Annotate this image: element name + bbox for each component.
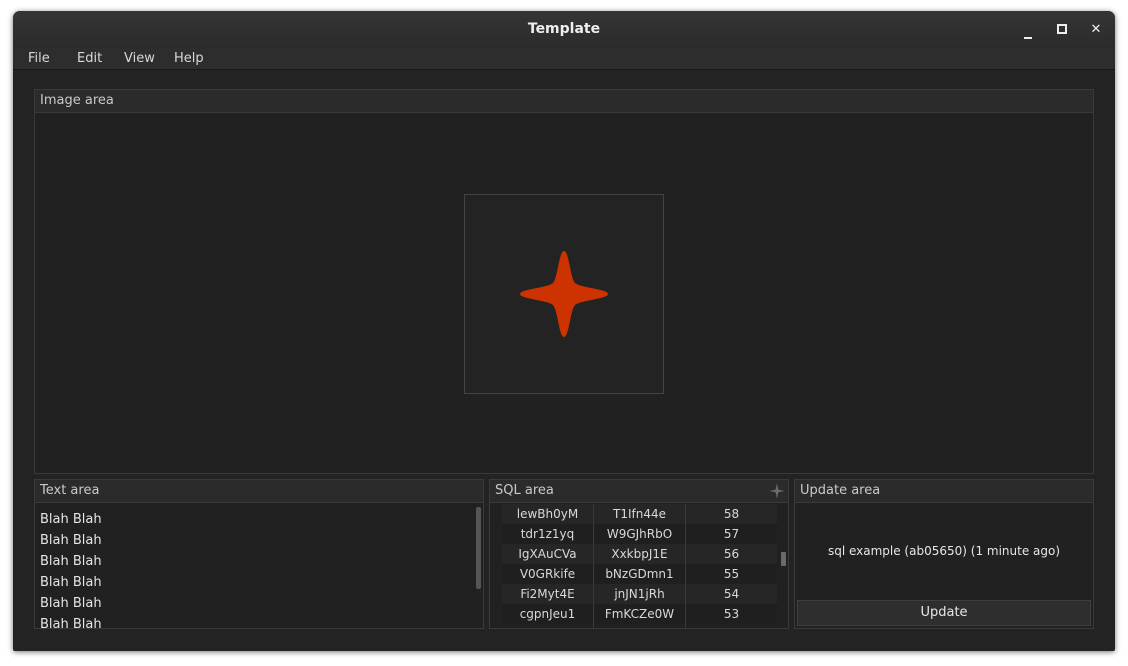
text-area-scrollbar[interactable] xyxy=(476,507,481,589)
sql-area-header: SQL area xyxy=(490,480,788,503)
menu-view[interactable]: View xyxy=(124,51,155,66)
column-divider xyxy=(593,504,594,628)
text-area-header: Text area xyxy=(35,480,483,503)
menu-bar: File Edit View Help xyxy=(13,48,1115,70)
table-cell: W9GJhRbO xyxy=(606,527,673,541)
table-cell: bNzGDmn1 xyxy=(605,567,674,581)
text-area-panel: Text area Blah Blah Blah Blah Blah Blah … xyxy=(34,479,484,629)
sql-results-table: lewBh0yM T1Ifn44e 58 tdr1z1yq W9GJhRbO 5… xyxy=(502,504,777,628)
sql-area-title: SQL area xyxy=(495,483,554,498)
menu-edit[interactable]: Edit xyxy=(77,51,102,66)
text-line: Blah Blah xyxy=(40,533,102,548)
table-cell: V0GRkife xyxy=(519,567,576,581)
sql-scrollbar-thumb[interactable] xyxy=(781,552,786,566)
image-area-header: Image area xyxy=(35,90,1093,113)
table-cell: Fi2Myt4E xyxy=(520,587,575,601)
text-line: Blah Blah xyxy=(40,512,102,527)
table-row[interactable]: lewBh0yM T1Ifn44e 58 xyxy=(502,504,777,524)
table-cell: 56 xyxy=(723,547,740,561)
table-cell: 55 xyxy=(723,567,740,581)
table-cell: jnJN1jRh xyxy=(614,587,665,601)
close-icon[interactable]: ✕ xyxy=(1085,19,1107,41)
red-four-point-star-icon xyxy=(520,251,608,337)
update-area-panel: Update area sql example (ab05650) (1 min… xyxy=(794,479,1094,629)
text-line: Blah Blah xyxy=(40,575,102,590)
table-row[interactable]: V0GRkife bNzGDmn1 55 xyxy=(502,564,777,584)
table-row[interactable]: tdr1z1yq W9GJhRbO 57 xyxy=(502,524,777,544)
menu-file[interactable]: File xyxy=(28,51,50,66)
text-line: Blah Blah xyxy=(40,554,102,569)
window-title: Template xyxy=(527,21,601,37)
sql-scrollbar[interactable] xyxy=(779,504,787,628)
table-cell: tdr1z1yq xyxy=(520,527,575,541)
table-cell: FmKCZe0W xyxy=(604,607,675,621)
table-cell: cgpnJeu1 xyxy=(519,607,576,621)
table-cell: 57 xyxy=(723,527,740,541)
table-cell: lewBh0yM xyxy=(516,507,579,521)
menu-help[interactable]: Help xyxy=(174,51,204,66)
sql-area-panel: SQL area lewBh0yM T1Ifn44e 58 tdr1z1yq W… xyxy=(489,479,789,629)
title-bar[interactable]: Template ✕ xyxy=(13,11,1115,49)
maximize-icon[interactable] xyxy=(1051,19,1073,41)
sparkle-icon[interactable] xyxy=(770,484,784,498)
table-cell: XxkbpJ1E xyxy=(611,547,668,561)
text-area-content[interactable]: Blah Blah Blah Blah Blah Blah Blah Blah … xyxy=(35,503,483,628)
table-cell: T1Ifn44e xyxy=(613,507,666,521)
update-area-title: Update area xyxy=(800,483,881,498)
table-row[interactable]: Fi2Myt4E jnJN1jRh 54 xyxy=(502,584,777,604)
table-row[interactable]: IgXAuCVa XxkbpJ1E 56 xyxy=(502,544,777,564)
update-button[interactable]: Update xyxy=(797,600,1091,626)
text-line: Blah Blah xyxy=(40,617,102,628)
app-window: Template ✕ File Edit View Help Image are… xyxy=(13,11,1115,651)
image-preview xyxy=(464,194,664,394)
text-line: Blah Blah xyxy=(40,596,102,611)
table-cell: IgXAuCVa xyxy=(518,547,577,561)
table-cell: 54 xyxy=(723,587,740,601)
table-row[interactable]: cgpnJeu1 FmKCZe0W 53 xyxy=(502,604,777,624)
text-area-title: Text area xyxy=(40,483,100,498)
column-divider xyxy=(685,504,686,628)
update-area-header: Update area xyxy=(795,480,1093,503)
image-area-title: Image area xyxy=(40,93,114,108)
table-cell: 53 xyxy=(723,607,740,621)
table-cell: 58 xyxy=(723,507,740,521)
image-area-panel: Image area xyxy=(34,89,1094,474)
update-status-text: sql example (ab05650) (1 minute ago) xyxy=(827,544,1061,558)
minimize-icon[interactable] xyxy=(1017,19,1039,41)
